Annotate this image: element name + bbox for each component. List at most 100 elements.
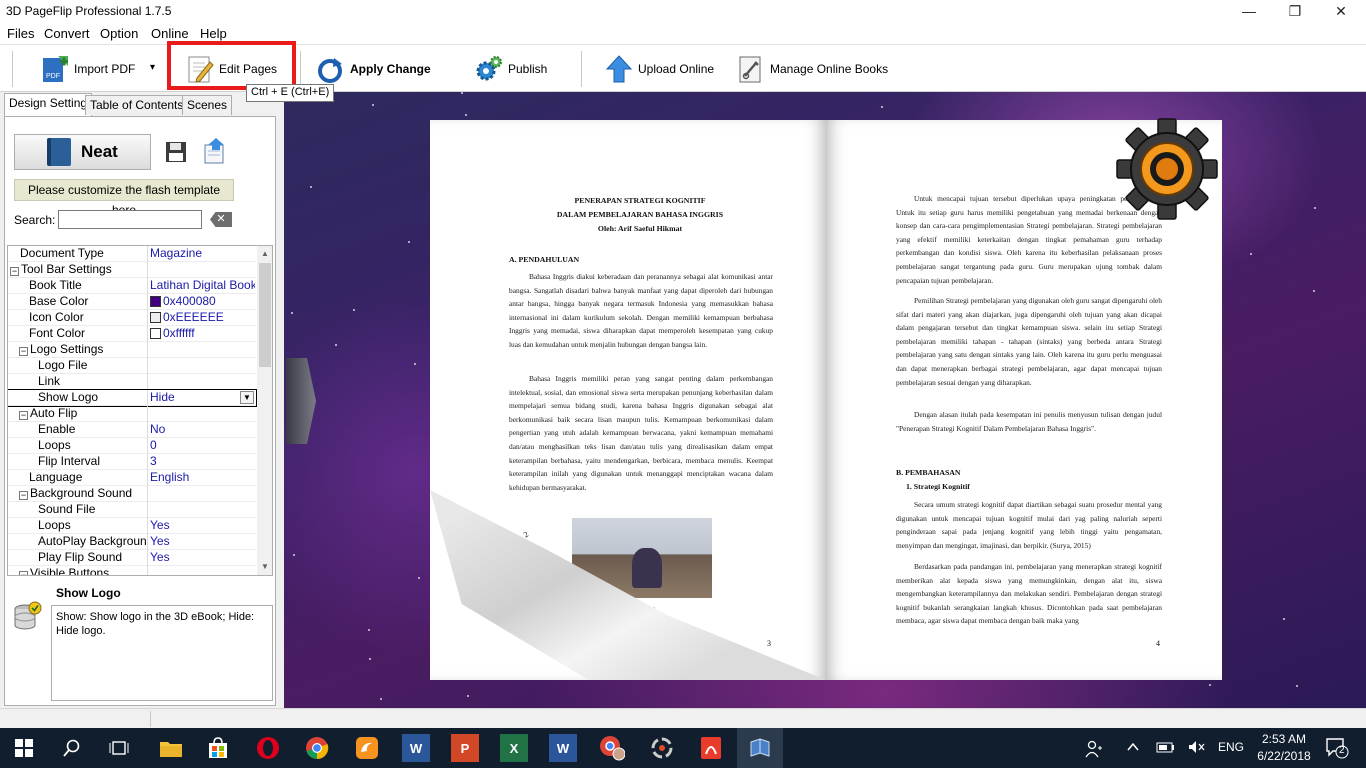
property-value[interactable]: 0xffffff bbox=[149, 326, 255, 342]
property-row[interactable]: Logo File bbox=[8, 358, 256, 374]
settings-gear-icon[interactable] bbox=[1112, 114, 1222, 224]
property-row[interactable]: Icon Color 0xEEEEEE bbox=[8, 310, 256, 326]
property-row[interactable]: Link bbox=[8, 374, 256, 390]
people-icon[interactable] bbox=[1085, 740, 1103, 761]
scroll-up-arrow[interactable]: ▲ bbox=[257, 246, 272, 262]
uc-browser-icon[interactable] bbox=[353, 734, 381, 762]
chrome-icon[interactable] bbox=[303, 734, 331, 762]
powerpoint-icon[interactable]: P bbox=[451, 734, 479, 762]
load-template-icon[interactable] bbox=[202, 137, 228, 165]
menu-help[interactable]: Help bbox=[200, 26, 227, 41]
pdf-app-icon[interactable] bbox=[697, 734, 725, 762]
collapse-icon[interactable]: − bbox=[10, 267, 19, 276]
property-grid-scrollbar[interactable]: ▲ ▼ bbox=[257, 246, 272, 575]
property-value[interactable]: 0x400080 bbox=[149, 294, 255, 310]
property-row[interactable]: Font Color 0xffffff bbox=[8, 326, 256, 342]
restore-button[interactable]: ❐ bbox=[1272, 0, 1318, 24]
menu-option[interactable]: Option bbox=[100, 26, 138, 41]
opera-icon[interactable] bbox=[254, 734, 282, 762]
scroll-thumb[interactable] bbox=[259, 263, 271, 367]
property-row[interactable]: − Visible Buttons bbox=[8, 566, 256, 575]
tab-scenes[interactable]: Scenes bbox=[182, 95, 233, 115]
search-icon[interactable] bbox=[58, 734, 86, 762]
chrome-profile-icon[interactable] bbox=[598, 734, 626, 762]
pageflip-app-icon[interactable] bbox=[746, 734, 774, 762]
collapse-icon[interactable]: − bbox=[19, 491, 28, 500]
apply-change-button[interactable]: Apply Change bbox=[316, 51, 431, 87]
import-pdf-button[interactable]: PDF Import PDF bbox=[40, 51, 135, 87]
property-value[interactable]: No bbox=[149, 422, 255, 438]
property-row[interactable]: Enable No bbox=[8, 422, 256, 438]
property-value[interactable] bbox=[149, 502, 255, 518]
color-swatch[interactable] bbox=[150, 296, 161, 307]
property-value[interactable]: 0xEEEEEE bbox=[149, 310, 255, 326]
color-swatch[interactable] bbox=[150, 312, 161, 323]
search-input[interactable] bbox=[58, 210, 202, 229]
save-template-icon[interactable] bbox=[164, 140, 188, 164]
task-view-icon[interactable] bbox=[105, 734, 133, 762]
property-row[interactable]: Sound File bbox=[8, 502, 256, 518]
property-row[interactable]: − Logo Settings bbox=[8, 342, 256, 358]
minimize-button[interactable]: — bbox=[1226, 0, 1272, 24]
property-row[interactable]: Play Flip Sound Yes bbox=[8, 550, 256, 566]
property-value[interactable]: 0 bbox=[149, 438, 255, 454]
notifications-icon[interactable] bbox=[1325, 737, 1349, 762]
property-value[interactable] bbox=[149, 406, 255, 422]
sync-app-icon[interactable] bbox=[648, 734, 676, 762]
file-explorer-icon[interactable] bbox=[157, 734, 185, 762]
property-row[interactable]: AutoPlay Backgroun... Yes bbox=[8, 534, 256, 550]
property-value[interactable]: Hide ▼ bbox=[149, 390, 255, 406]
property-row[interactable]: Base Color 0x400080 bbox=[8, 294, 256, 310]
property-value[interactable]: Yes bbox=[149, 534, 255, 550]
property-value[interactable] bbox=[149, 342, 255, 358]
property-row[interactable]: − Background Sound bbox=[8, 486, 256, 502]
property-row[interactable]: Book Title Latihan Digital Book... bbox=[8, 278, 256, 294]
manage-online-books-button[interactable]: Manage Online Books bbox=[736, 51, 888, 87]
property-row[interactable]: Loops Yes bbox=[8, 518, 256, 534]
chevron-up-icon[interactable] bbox=[1126, 740, 1140, 757]
upload-online-button[interactable]: Upload Online bbox=[604, 51, 714, 87]
scroll-down-arrow[interactable]: ▼ bbox=[257, 559, 272, 575]
property-row[interactable]: Flip Interval 3 bbox=[8, 454, 256, 470]
import-dropdown-arrow[interactable]: ▾ bbox=[150, 62, 155, 73]
excel-icon[interactable]: X bbox=[500, 734, 528, 762]
menu-convert[interactable]: Convert bbox=[44, 26, 90, 41]
color-swatch[interactable] bbox=[150, 328, 161, 339]
property-value[interactable] bbox=[149, 566, 255, 575]
book-page-left[interactable]: PENERAPAN STRATEGI KOGNITIF DALAM PEMBEL… bbox=[430, 120, 826, 680]
close-button[interactable]: ✕ bbox=[1318, 0, 1364, 24]
collapse-icon[interactable]: − bbox=[19, 347, 28, 356]
property-value[interactable]: Latihan Digital Book... bbox=[149, 278, 255, 294]
dropdown-arrow-icon[interactable]: ▼ bbox=[240, 391, 254, 404]
collapse-icon[interactable]: − bbox=[19, 571, 28, 575]
property-value[interactable] bbox=[149, 374, 255, 390]
property-row[interactable]: − Auto Flip bbox=[8, 406, 256, 422]
property-value[interactable] bbox=[149, 358, 255, 374]
property-value[interactable]: Magazine bbox=[149, 246, 255, 262]
previous-page-arrow[interactable] bbox=[286, 358, 316, 444]
battery-icon[interactable] bbox=[1156, 740, 1176, 757]
property-row[interactable]: Show Logo Hide ▼ bbox=[8, 389, 257, 407]
windows-start-icon[interactable] bbox=[10, 734, 38, 762]
collapse-icon[interactable]: − bbox=[19, 411, 28, 420]
property-value[interactable]: Yes bbox=[149, 550, 255, 566]
tab-table-of-contents[interactable]: Table of Contents bbox=[85, 95, 189, 115]
property-value[interactable]: 3 bbox=[149, 454, 255, 470]
property-row[interactable]: Document Type Magazine bbox=[8, 246, 256, 262]
property-row[interactable]: − Tool Bar Settings bbox=[8, 262, 256, 278]
system-clock[interactable]: 2:53 AM 6/22/2018 bbox=[1256, 731, 1312, 765]
property-value[interactable] bbox=[149, 262, 255, 278]
store-icon[interactable] bbox=[204, 734, 232, 762]
menu-files[interactable]: Files bbox=[7, 26, 34, 41]
volume-muted-icon[interactable] bbox=[1188, 740, 1206, 757]
property-value[interactable] bbox=[149, 486, 255, 502]
word-icon[interactable]: W bbox=[549, 734, 577, 762]
menu-online[interactable]: Online bbox=[151, 26, 189, 41]
word-icon[interactable]: W bbox=[402, 734, 430, 762]
property-row[interactable]: Language English bbox=[8, 470, 256, 486]
property-value[interactable]: English bbox=[149, 470, 255, 486]
property-value[interactable]: Yes bbox=[149, 518, 255, 534]
template-button[interactable]: Neat bbox=[14, 134, 151, 170]
customize-template-button[interactable]: Please customize the flash template here bbox=[14, 179, 234, 217]
property-row[interactable]: Loops 0 bbox=[8, 438, 256, 454]
